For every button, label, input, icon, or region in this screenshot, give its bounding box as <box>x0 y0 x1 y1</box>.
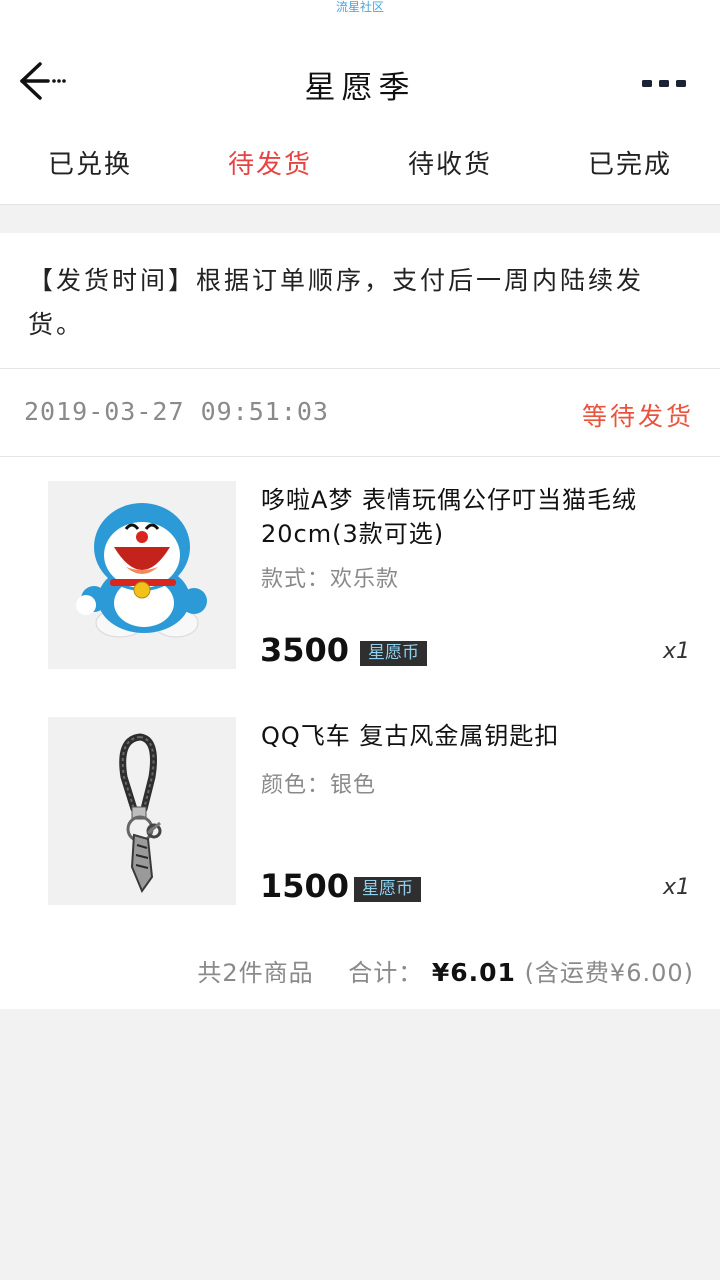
product-price: 1500 <box>260 867 350 905</box>
total-amount: ¥6.01 <box>431 958 516 987</box>
nav-bar: 星愿季 <box>0 50 720 114</box>
product-name: QQ飞车 复古风金属钥匙扣 <box>261 722 560 750</box>
order-tabs: 已兑换 待发货 待收货 已完成 <box>0 144 720 194</box>
page-title: 星愿季 <box>304 70 416 106</box>
product-price: 3500 <box>260 631 350 669</box>
order-time: 2019-03-27 09:51:03 <box>24 397 329 426</box>
top-area: 流星社区 星愿季 已兑换 待发货 待收货 已完成 <box>0 0 720 205</box>
shipping-fee: (含运费¥6.00) <box>524 959 694 987</box>
product-name: 哆啦A梦 表情玩偶公仔叮当猫毛绒20cm(3款可选) <box>261 486 638 548</box>
divider <box>0 456 720 457</box>
keychain-image[interactable] <box>48 717 236 905</box>
status-label: 流星社区 <box>335 0 384 14</box>
keychain-illustration <box>48 717 236 905</box>
product-quantity: x1 <box>662 875 690 900</box>
product-attribute: 颜色：银色 <box>261 773 377 798</box>
doraemon-plush-image[interactable] <box>48 481 236 669</box>
tab-redeemed[interactable]: 已兑换 <box>0 144 180 181</box>
product-attribute: 款式：欢乐款 <box>261 567 400 592</box>
product-item[interactable]: QQ飞车 复古风金属钥匙扣 颜色：银色 1500 星愿币 x1 <box>0 717 720 907</box>
divider <box>0 368 720 369</box>
tab-completed[interactable]: 已完成 <box>540 144 720 181</box>
order-summary: 共2件商品 合计： ¥6.01 (含运费¥6.00) <box>197 953 694 988</box>
doraemon-illustration <box>48 481 236 669</box>
total-label: 合计： <box>348 959 424 987</box>
divider <box>0 204 720 205</box>
more-button[interactable] <box>642 74 686 87</box>
item-count: 共2件商品 <box>197 959 314 987</box>
order-card[interactable]: 【发货时间】根据订单顺序，支付后一周内陆续发货。 2019-03-27 09:5… <box>0 233 720 1009</box>
coin-badge: 星愿币 <box>354 877 421 902</box>
more-dots-icon <box>642 80 686 87</box>
shipping-notice: 【发货时间】根据订单顺序，支付后一周内陆续发货。 <box>28 266 645 339</box>
product-item[interactable]: 哆啦A梦 表情玩偶公仔叮当猫毛绒20cm(3款可选) 款式：欢乐款 3500 星… <box>0 481 720 671</box>
order-status: 等待发货 <box>581 402 694 431</box>
product-quantity: x1 <box>662 639 690 664</box>
coin-badge: 星愿币 <box>360 641 427 666</box>
tab-pending-shipment[interactable]: 待发货 <box>180 144 360 181</box>
tab-pending-receipt[interactable]: 待收货 <box>360 144 540 181</box>
